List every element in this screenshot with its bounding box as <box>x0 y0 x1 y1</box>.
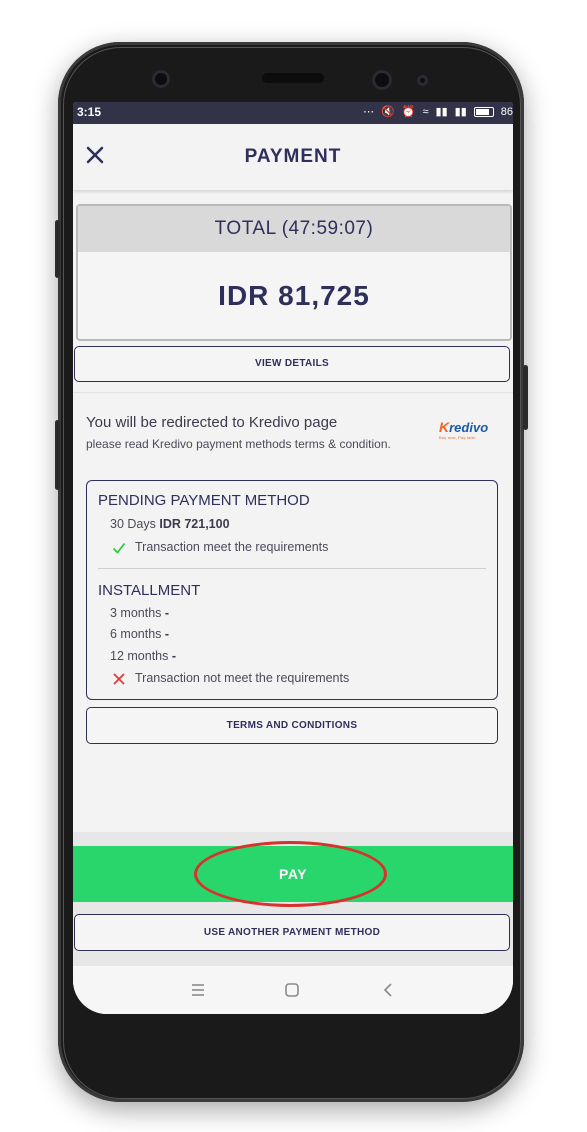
iris-sensor <box>372 70 392 90</box>
kredivo-logo: Kredivo Buy now, Pay later <box>439 419 489 440</box>
installment-status: Transaction not meet the requirements <box>135 671 350 685</box>
installment-value: - <box>171 649 177 663</box>
check-icon <box>112 542 126 554</box>
installment-option-3[interactable]: 3 months - <box>110 606 169 620</box>
signal-2-icon: ▮▮ <box>454 106 467 118</box>
redirect-title: You will be redirected to Kredivo page <box>86 414 338 431</box>
alarm-icon: ⏰ <box>401 106 416 118</box>
more-notifications-icon: ⋯ <box>363 106 375 118</box>
pay-button[interactable]: PAY <box>73 846 513 902</box>
proximity-sensor <box>417 75 428 86</box>
total-card: TOTAL (47:59:07) IDR 81,725 <box>76 204 512 341</box>
earpiece-speaker <box>262 73 324 83</box>
status-time: 3:15 <box>77 105 102 119</box>
power-button <box>523 365 528 430</box>
volume-up-button <box>55 220 60 278</box>
methods-divider <box>98 568 486 569</box>
front-camera <box>152 70 170 88</box>
total-label: TOTAL (47:59:07) <box>78 206 510 252</box>
pending-amount: IDR 721,100 <box>159 517 230 531</box>
pending-term: 30 Days <box>110 517 156 531</box>
installment-value: - <box>164 606 170 620</box>
bixby-button <box>55 420 60 490</box>
home-icon[interactable] <box>282 980 302 1000</box>
pending-option[interactable]: 30 Days IDR 721,100 <box>110 517 230 531</box>
installment-term: 6 months <box>110 627 162 641</box>
kredivo-logo-tagline: Buy now, Pay later <box>439 435 476 440</box>
terms-and-conditions-button[interactable]: TERMS AND CONDITIONS <box>86 707 498 744</box>
battery-icon <box>473 107 494 117</box>
total-amount: IDR 81,725 <box>218 280 370 311</box>
app-header: PAYMENT <box>73 124 513 190</box>
kredivo-logo-k: K <box>439 419 450 435</box>
kredivo-logo-text: redivo <box>449 420 489 435</box>
use-another-payment-method-button[interactable]: USE ANOTHER PAYMENT METHOD <box>74 914 510 951</box>
installment-option-6[interactable]: 6 months - <box>110 627 169 641</box>
installment-option-12[interactable]: 12 months - <box>110 649 176 663</box>
redirect-note: please read Kredivo payment methods term… <box>86 437 391 451</box>
mute-icon: 🔇 <box>381 106 395 118</box>
phone-screen: 3:15 ⋯ 🔇 ⏰ ≈ ▮▮ ▮▮ 86 PAYMENT TOTAL (47:… <box>73 102 513 1014</box>
android-nav-bar <box>73 966 513 1014</box>
page-title: PAYMENT <box>244 146 342 167</box>
wifi-icon: ≈ <box>422 106 429 118</box>
cross-icon <box>113 673 125 685</box>
divider <box>73 392 513 393</box>
installment-term: 12 months <box>110 649 169 663</box>
signal-icon: ▮▮ <box>435 106 448 118</box>
view-details-button[interactable]: VIEW DETAILS <box>74 346 510 382</box>
status-bar: 3:15 ⋯ 🔇 ⏰ ≈ ▮▮ ▮▮ 86 <box>73 102 513 124</box>
installment-value: - <box>164 627 170 641</box>
pending-heading: PENDING PAYMENT METHOD <box>98 492 310 509</box>
payment-methods-box: PENDING PAYMENT METHOD 30 Days IDR 721,1… <box>86 480 498 700</box>
installment-term: 3 months <box>110 606 162 620</box>
recent-apps-icon[interactable] <box>188 980 208 1000</box>
battery-percent: 86 <box>500 106 513 118</box>
back-icon[interactable] <box>379 980 399 1000</box>
installment-heading: INSTALLMENT <box>98 582 201 599</box>
pending-status: Transaction meet the requirements <box>135 540 329 554</box>
